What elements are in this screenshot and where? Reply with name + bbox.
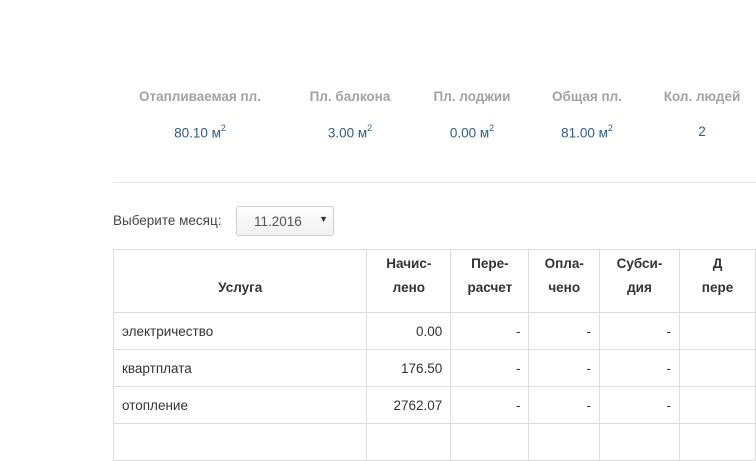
- subsidy-value: -: [598, 349, 681, 387]
- paid-value: -: [528, 312, 600, 350]
- month-select-label: Выберите месяц:: [113, 213, 222, 228]
- service-name: отопление: [112, 386, 368, 424]
- header-charged: Начис-лено: [366, 249, 452, 313]
- header-paid: Опла-чено: [528, 249, 600, 313]
- header-service: Услуга: [112, 249, 368, 313]
- table-row: квартплата 176.50 - - -: [112, 349, 756, 387]
- debt-value: [679, 349, 756, 387]
- charged-value: 2762.07: [366, 386, 452, 424]
- section-divider: [113, 182, 756, 183]
- heated-area-value: 80.10 м2: [174, 123, 226, 141]
- people-count-label: Кол. людей: [663, 89, 741, 104]
- service-name: электричество: [112, 312, 368, 350]
- heated-area-label: Отапливаемая пл.: [138, 89, 262, 104]
- loggia-area-value: 0.00 м2: [449, 123, 495, 141]
- table-row: отопление 2762.07 - - -: [112, 386, 756, 424]
- header-subsidy: Субси-дия: [598, 249, 681, 313]
- recalc-value: -: [450, 386, 530, 424]
- month-select[interactable]: 11.2016 ▼: [236, 206, 334, 236]
- balcony-area-value: 3.00 м2: [327, 123, 373, 141]
- recalc-value: -: [450, 349, 530, 387]
- paid-value: -: [528, 386, 600, 424]
- month-select-value: 11.2016: [254, 214, 302, 229]
- total-area-label: Общая пл.: [551, 89, 623, 104]
- table-row: электричество 0.00 - - -: [112, 312, 756, 350]
- table-row: [112, 423, 756, 461]
- header-recalculation: Пере-расчет: [450, 249, 530, 313]
- services-table: Услуга Начис-лено Пере-расчет Опла-чено …: [112, 249, 756, 461]
- balcony-area-label: Пл. балкона: [309, 89, 391, 104]
- total-area-value: 81.00 м2: [561, 123, 613, 141]
- people-count-value: 2: [698, 124, 706, 139]
- caret-down-icon: ▼: [319, 214, 328, 224]
- subsidy-value: -: [598, 312, 681, 350]
- charged-value: 0.00: [366, 312, 452, 350]
- debt-value: [679, 312, 756, 350]
- subsidy-value: -: [598, 386, 681, 424]
- recalc-value: -: [450, 312, 530, 350]
- debt-value: [679, 386, 756, 424]
- paid-value: -: [528, 349, 600, 387]
- service-name: квартплата: [112, 349, 368, 387]
- table-header-row: Услуга Начис-лено Пере-расчет Опла-чено …: [112, 249, 756, 313]
- charged-value: 176.50: [366, 349, 452, 387]
- header-debt: Дпере: [679, 249, 756, 313]
- loggia-area-label: Пл. лоджии: [433, 89, 511, 104]
